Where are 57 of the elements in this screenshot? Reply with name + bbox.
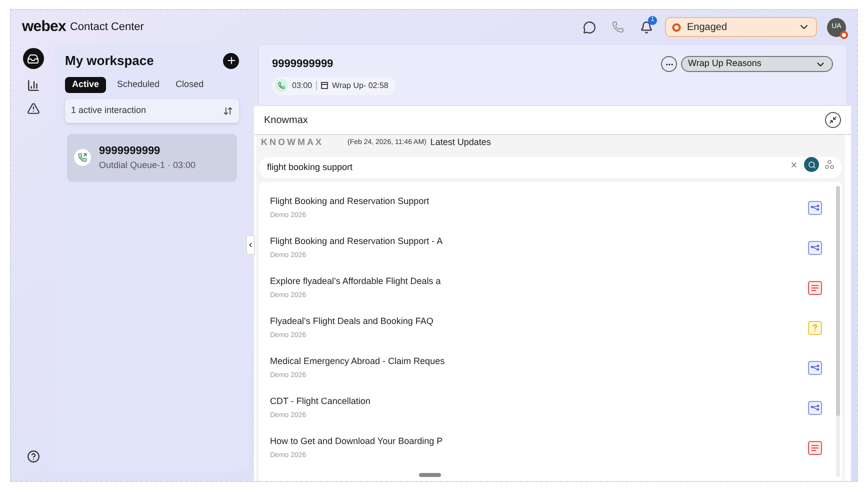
panel-title: Knowmax [264, 114, 308, 128]
status-ring-icon [840, 30, 848, 38]
call-duration: 03:00 [292, 80, 312, 92]
inbox-icon [27, 52, 39, 64]
more-button[interactable] [661, 56, 677, 72]
document-icon [808, 441, 822, 455]
warning-icon[interactable] [26, 102, 40, 115]
minimize-button[interactable] [825, 112, 841, 128]
flow-icon [808, 401, 822, 415]
interaction-card[interactable]: 9999999999 Outdial Queue-1 · 03:00 [67, 134, 237, 182]
result-title: Flight Booking and Reservation Support - A [270, 235, 443, 248]
workspace-tab[interactable]: Active [65, 76, 106, 92]
search-field[interactable]: flight booking support [259, 156, 842, 178]
add-button[interactable] [223, 52, 239, 69]
inbox-button[interactable] [22, 48, 44, 69]
document-icon [808, 281, 822, 295]
resize-handle[interactable] [419, 473, 441, 477]
interaction-detail: Outdial Queue-1 · 03:00 [99, 159, 196, 172]
sort-icon[interactable] [223, 106, 233, 116]
chevron-left-icon [247, 241, 254, 249]
interaction-number: 9999999999 [99, 144, 162, 158]
minimize-icon [829, 116, 837, 124]
notification-icon[interactable] [640, 20, 653, 34]
flow-icon [808, 201, 822, 215]
clear-icon[interactable] [790, 160, 798, 168]
workspace-tab[interactable]: Scheduled [112, 76, 165, 92]
result-title: Flight Booking and Reservation Support [270, 195, 430, 208]
wrap-up-dropdown[interactable]: Wrap Up Reasons [681, 56, 833, 72]
wrap-up-timer: Wrap Up- 02:58 [332, 80, 390, 92]
workspace-tab[interactable]: Closed [170, 76, 209, 92]
status-ring-icon [672, 22, 681, 32]
caller-number: 9999999999 [272, 57, 334, 72]
flow-icon [808, 241, 822, 255]
search-icon [808, 160, 816, 168]
product-name: Contact Center [70, 20, 144, 35]
result-title: Flyadeal’s Flight Deals and Booking FAQ [270, 315, 434, 328]
knowmax-logo: KNOWMAX [261, 136, 324, 150]
question-icon [808, 321, 822, 335]
latest-updates-link[interactable]: Latest Updates [430, 136, 491, 150]
outgoing-call-icon [74, 149, 91, 166]
workspace-title: My workspace [65, 52, 154, 70]
calendar-icon [321, 82, 328, 89]
result-title: How to Get and Download Your Boarding P [270, 435, 443, 448]
help-icon[interactable] [26, 450, 40, 463]
summary-text: 1 active interaction [71, 104, 146, 117]
result-title: Medical Emergency Abroad - Claim Reques [270, 355, 445, 368]
phone-icon [275, 79, 288, 92]
flow-icon [808, 361, 822, 375]
scrollbar-thumb[interactable] [836, 186, 840, 416]
filter-icon[interactable] [825, 160, 834, 169]
chat-icon[interactable] [583, 20, 596, 34]
webex-logo: webex [22, 16, 66, 37]
status-dropdown[interactable]: Engaged [665, 17, 817, 37]
chart-icon[interactable] [26, 79, 40, 92]
result-title: CDT - Flight Cancellation [270, 395, 370, 408]
plus-icon [226, 55, 236, 66]
result-title: Explore flyadeal’s Affordable Flight Deals a [270, 275, 441, 288]
